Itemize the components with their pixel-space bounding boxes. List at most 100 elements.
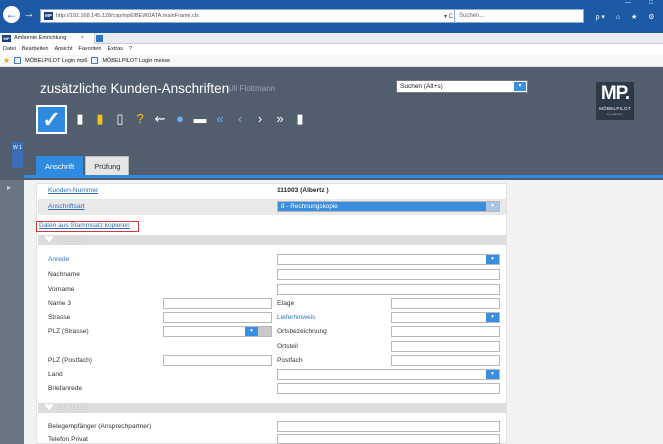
- lieferhinweis-label[interactable]: Lieferhinweis: [277, 313, 315, 322]
- search-zoom-icon[interactable]: ●: [173, 111, 187, 127]
- ortsteil-input[interactable]: [391, 341, 500, 352]
- nachname-label: Nachname: [48, 271, 80, 278]
- tab-pruefung[interactable]: Prüfung: [85, 156, 130, 176]
- tab-favicon-icon: MP: [2, 35, 11, 42]
- anrede-label[interactable]: Anrede: [48, 255, 69, 264]
- app-toolbar: ✓ ▮ ▮ ▯ ? ⇜ ● ▬ « ‹ › » ▮: [36, 104, 316, 134]
- new-document-icon[interactable]: ▮: [73, 111, 87, 127]
- postfach-input[interactable]: [391, 355, 500, 366]
- print-icon[interactable]: ▬: [193, 111, 207, 127]
- plz-postfach-label: PLZ (Postfach): [48, 357, 92, 364]
- search-icon[interactable]: ρ ▾: [595, 13, 604, 21]
- etage-input[interactable]: [391, 298, 500, 309]
- browser-search-input[interactable]: Suchen...: [454, 9, 584, 23]
- kunden-nummer-label[interactable]: Kunden-Nummer: [48, 186, 98, 195]
- briefanrede-input[interactable]: [277, 383, 500, 394]
- kunden-nummer-value: 111003 (Albertz ): [277, 187, 329, 194]
- app-search-text: Suchen (Alt+s): [400, 83, 443, 90]
- search-dropdown-icon[interactable]: ▾: [245, 327, 258, 336]
- tab-title: Ambiente Einrichtung: [14, 35, 67, 41]
- anrede-select[interactable]: ▾: [277, 254, 500, 265]
- vorname-input[interactable]: [277, 284, 500, 295]
- tab-underline: [24, 175, 663, 178]
- menu-favoriten[interactable]: Favoriten: [79, 44, 102, 55]
- collapse-arrow-icon[interactable]: [44, 404, 54, 411]
- next-record-icon[interactable]: ›: [253, 111, 267, 127]
- favorite-link-2[interactable]: MÖBELPILOT Login messe: [102, 55, 170, 67]
- menu-bearbeiten[interactable]: Bearbeiten: [22, 44, 49, 55]
- ortsbezeichnung-input[interactable]: [391, 326, 500, 337]
- chevron-down-icon[interactable]: ▾: [486, 370, 499, 379]
- home-icon[interactable]: ⌂: [616, 14, 620, 21]
- browser-menubar: Datei Bearbeiten Ansicht Favoriten Extra…: [0, 44, 663, 55]
- telefon-privat-input[interactable]: [277, 434, 500, 444]
- plz-strasse-select[interactable]: ▾ ·: [163, 326, 272, 337]
- vorname-label: Vorname: [48, 286, 75, 293]
- section-adresse[interactable]: Adresse: [38, 235, 506, 245]
- anschriftsart-value: 8 - Rechnungskopie: [281, 203, 338, 210]
- user-name: Uli Flottmann: [228, 84, 276, 93]
- app-search-input[interactable]: Suchen (Alt+s) ▾: [396, 80, 528, 93]
- postfach-label: Postfach: [277, 357, 303, 364]
- favorite-link-1[interactable]: MÖBELPILOT Login mp6: [25, 55, 87, 67]
- favorites-bar: ★ MÖBELPILOT Login mp6 MÖBELPILOT Login …: [0, 55, 663, 67]
- help-question-icon[interactable]: ?: [133, 111, 147, 127]
- tab-anschrift[interactable]: Anschrift: [36, 156, 84, 176]
- undo-arrow-icon[interactable]: ⇜: [153, 111, 167, 127]
- tab-close-icon[interactable]: ×: [81, 33, 84, 44]
- previous-record-icon[interactable]: ‹: [233, 111, 247, 127]
- settings-gear-icon[interactable]: ⚙: [648, 13, 654, 21]
- logo-mark: MP.: [600, 83, 630, 104]
- plz-postfach-input[interactable]: [163, 355, 272, 366]
- favorites-star-icon[interactable]: ★: [631, 13, 637, 21]
- copy-document-icon[interactable]: ▮: [293, 111, 307, 127]
- confirm-check-icon[interactable]: ✓: [36, 104, 67, 134]
- land-select[interactable]: ▾: [277, 369, 500, 380]
- brand-logo: MP. MÖBELPILOT by quantors: [596, 82, 634, 120]
- belegempfaenger-label: Belegempfänger (Ansprechpartner): [48, 423, 152, 430]
- chevron-down-icon[interactable]: ▾: [486, 255, 499, 264]
- nachname-input[interactable]: [277, 269, 500, 280]
- address-bar[interactable]: MP http://192.168.145.128/csp/mp6/BEWDAT…: [40, 9, 458, 23]
- briefanrede-label: Briefanrede: [48, 385, 83, 392]
- left-sidebar: [0, 180, 24, 444]
- browser-tab[interactable]: MP Ambiente Einrichtung ×: [0, 33, 95, 44]
- menu-extras[interactable]: Extras: [107, 44, 123, 55]
- name3-label: Name 3: [48, 300, 72, 307]
- back-arrow-icon[interactable]: ←: [3, 6, 20, 23]
- copy-from-master-link[interactable]: Daten aus Stammsatz kopieren: [36, 221, 139, 232]
- search-dropdown-icon[interactable]: ▾: [514, 82, 526, 91]
- minimize-button[interactable]: —: [625, 0, 631, 9]
- page-title: zusätzliche Kunden-Anschriften: [40, 81, 230, 96]
- collapse-arrow-icon[interactable]: [44, 236, 54, 243]
- chevron-down-icon[interactable]: ▾: [486, 313, 499, 322]
- strasse-label: Strasse: [48, 314, 71, 321]
- menu-datei[interactable]: Datei: [3, 44, 16, 55]
- expand-arrow-icon[interactable]: ▸: [7, 183, 11, 192]
- last-record-icon[interactable]: »: [273, 111, 287, 127]
- strasse-input[interactable]: [163, 312, 272, 323]
- bookmark-icon[interactable]: ▮: [93, 111, 107, 127]
- forward-arrow-icon[interactable]: →: [22, 7, 36, 21]
- anschriftsart-select[interactable]: 8 - Rechnungskopie ▾: [277, 201, 500, 212]
- maximize-button[interactable]: □: [649, 0, 653, 9]
- menu-help[interactable]: ?: [129, 44, 132, 55]
- address-text: http://192.168.145.128/csp/mp6/BEWDATA.m…: [56, 13, 199, 19]
- favorites-star-icon: ★: [3, 55, 11, 65]
- anschriftsart-label[interactable]: Anschriftsart: [48, 202, 85, 211]
- side-window-tab[interactable]: W 1: [12, 142, 23, 168]
- new-tab-button[interactable]: [96, 35, 103, 42]
- address-controls[interactable]: ▾ C: [444, 13, 453, 20]
- delete-trash-icon[interactable]: ▯: [113, 111, 127, 127]
- ortsteil-label: Ortsteil: [277, 343, 298, 350]
- belegempfaenger-input[interactable]: [277, 421, 500, 432]
- first-record-icon[interactable]: «: [213, 111, 227, 127]
- lookup-icon[interactable]: ·: [258, 327, 271, 336]
- ortsbezeichnung-label: Ortsbezeichnung: [277, 328, 327, 335]
- section-erreichbar[interactable]: Erreichbar: [38, 403, 506, 413]
- lieferhinweis-select[interactable]: ▾: [391, 312, 500, 323]
- chevron-down-icon[interactable]: ▾: [486, 202, 499, 211]
- name3-input[interactable]: [163, 298, 272, 309]
- page-icon: [91, 57, 99, 64]
- menu-ansicht[interactable]: Ansicht: [54, 44, 72, 55]
